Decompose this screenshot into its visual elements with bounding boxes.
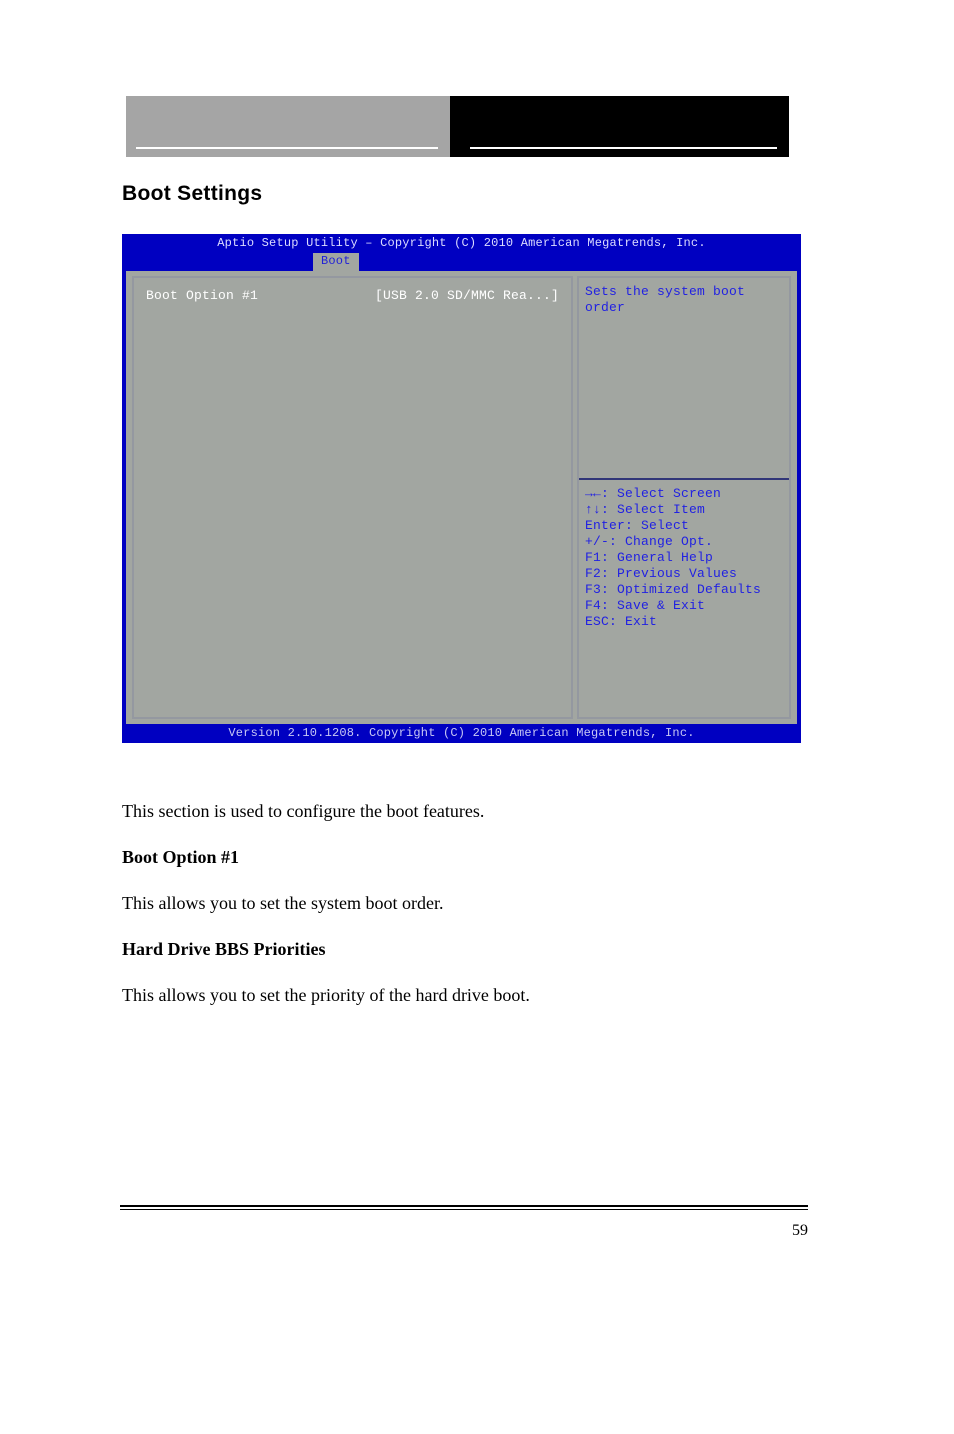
bios-version-bar: Version 2.10.1208. Copyright (C) 2010 Am…: [122, 724, 801, 743]
doc-body: This section is used to configure the bo…: [122, 780, 802, 1027]
bios-left-panel: Boot Option #1 [USB 2.0 SD/MMC Rea...]: [132, 276, 573, 719]
bios-right-panel: Sets the system boot order →←: Select Sc…: [577, 276, 791, 719]
doc-header-left: [126, 96, 450, 157]
heading-hdd-bbs: Hard Drive BBS Priorities: [122, 936, 802, 964]
doc-header-box: [126, 96, 789, 157]
page-number: 59: [792, 1222, 808, 1240]
tab-boot[interactable]: Boot: [313, 253, 359, 271]
footer-rule-thin: [120, 1209, 808, 1210]
doc-header-right: [450, 96, 789, 157]
heading-boot-option: Boot Option #1: [122, 844, 802, 872]
bios-divider: [579, 478, 789, 480]
boot-option-label: Boot Option #1: [146, 288, 258, 303]
para-boot-option: This allows you to set the system boot o…: [122, 890, 802, 918]
bios-tab-bar: Boot: [122, 253, 801, 271]
bios-title-bar: Aptio Setup Utility – Copyright (C) 2010…: [122, 234, 801, 253]
bios-body: Boot Option #1 [USB 2.0 SD/MMC Rea...] S…: [122, 271, 801, 724]
bios-screenshot: Aptio Setup Utility – Copyright (C) 2010…: [122, 234, 801, 743]
para-hdd-bbs: This allows you to set the priority of t…: [122, 982, 802, 1010]
section-heading: Boot Settings: [122, 182, 262, 206]
boot-option-value: [USB 2.0 SD/MMC Rea...]: [375, 288, 559, 303]
bios-help-text: Sets the system boot order: [585, 284, 789, 316]
para-intro: This section is used to configure the bo…: [122, 798, 802, 826]
bios-key-help: →←: Select Screen ↑↓: Select Item Enter:…: [585, 486, 761, 630]
footer-rule-thick: [120, 1205, 808, 1207]
boot-option-row[interactable]: Boot Option #1 [USB 2.0 SD/MMC Rea...]: [146, 288, 559, 303]
